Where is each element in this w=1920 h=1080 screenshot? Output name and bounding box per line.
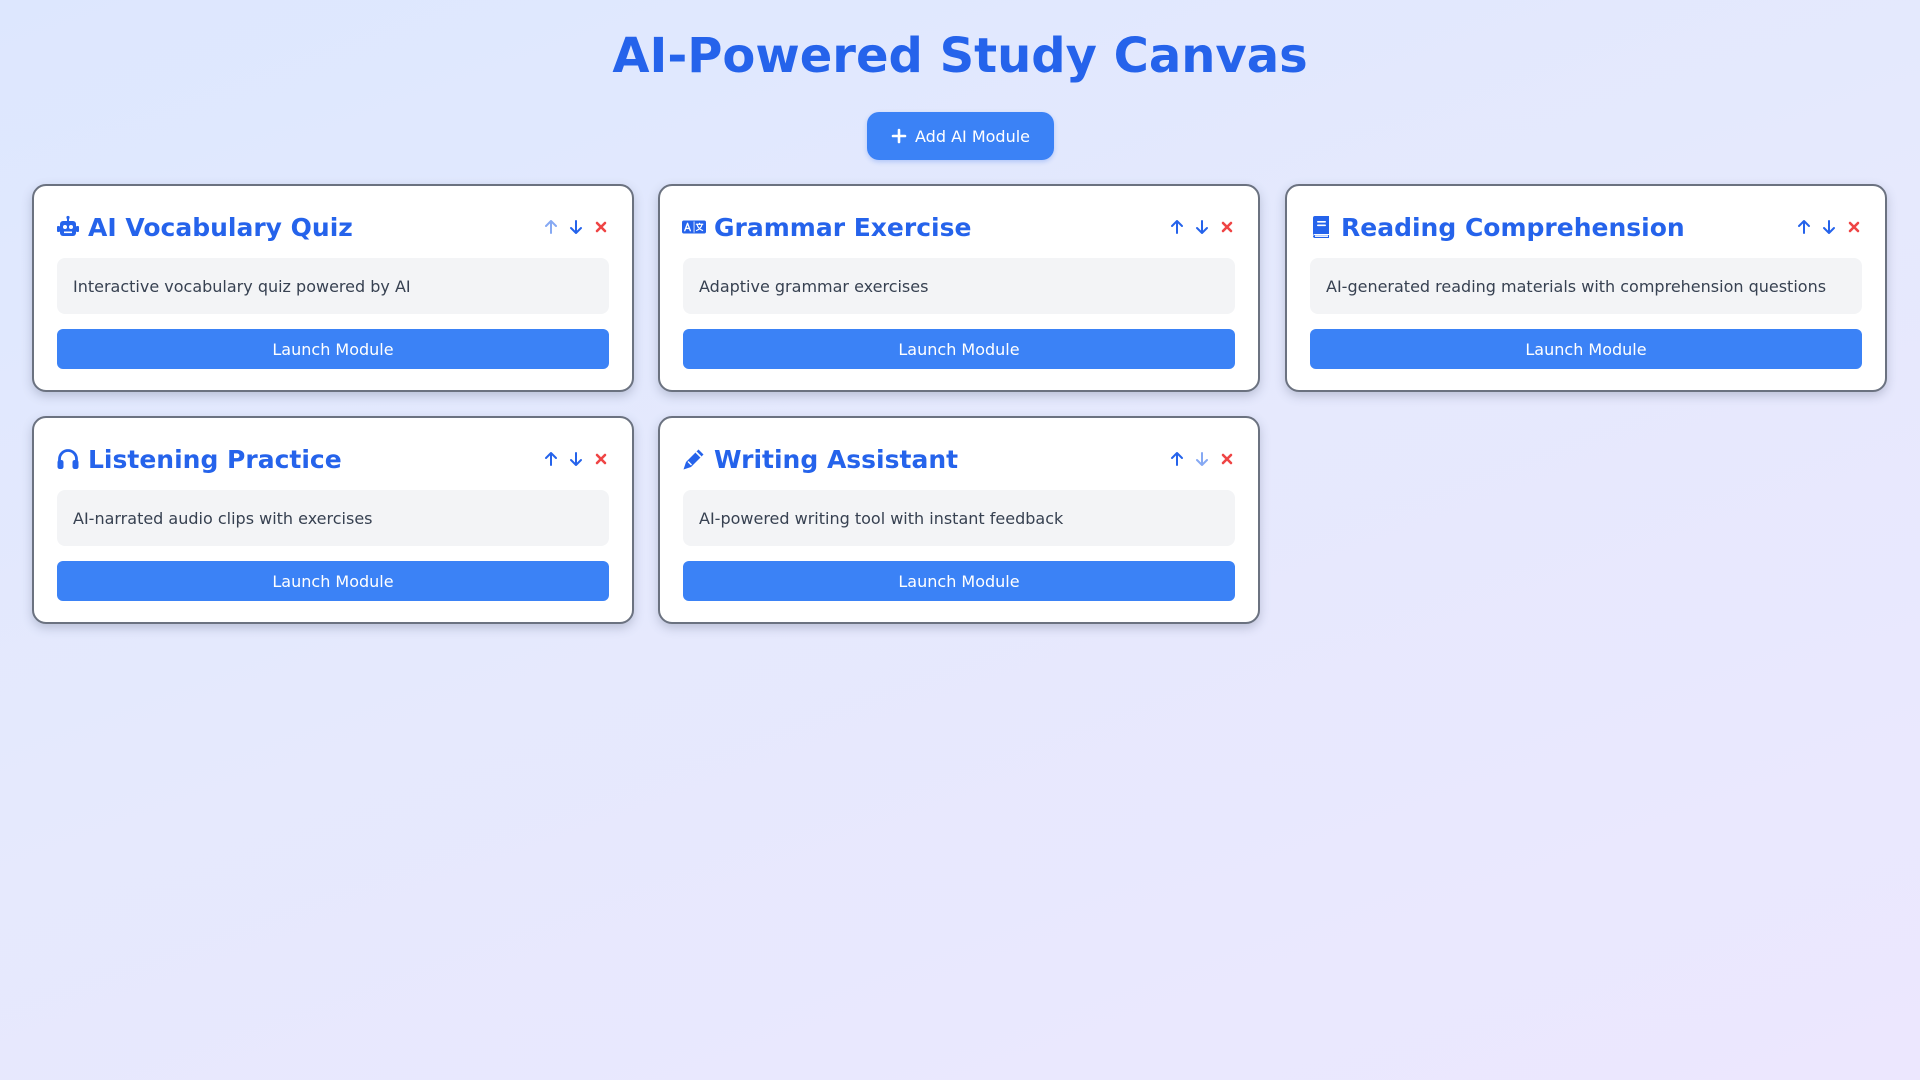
move-up-icon[interactable] bbox=[1167, 218, 1186, 237]
remove-icon[interactable] bbox=[1217, 218, 1236, 237]
module-card: AI Vocabulary Quiz Interactive vocabular… bbox=[32, 184, 634, 392]
card-description: AI-powered writing tool with instant fee… bbox=[683, 490, 1235, 546]
card-description: Adaptive grammar exercises bbox=[683, 258, 1235, 314]
card-description: AI-generated reading materials with comp… bbox=[1310, 258, 1862, 314]
card-controls bbox=[1167, 218, 1236, 237]
launch-module-button[interactable]: Launch Module bbox=[1310, 329, 1862, 369]
launch-module-button[interactable]: Launch Module bbox=[683, 329, 1235, 369]
card-controls bbox=[541, 450, 610, 469]
launch-module-button[interactable]: Launch Module bbox=[683, 561, 1235, 601]
card-header: Grammar Exercise bbox=[682, 210, 1236, 244]
page-title: AI-Powered Study Canvas bbox=[612, 28, 1308, 84]
module-card: Writing Assistant AI-powered writing too… bbox=[658, 416, 1260, 624]
launch-module-button[interactable]: Launch Module bbox=[57, 561, 609, 601]
card-description: Interactive vocabulary quiz powered by A… bbox=[57, 258, 609, 314]
card-title: AI Vocabulary Quiz bbox=[88, 212, 353, 242]
move-up-icon[interactable] bbox=[541, 218, 560, 237]
card-controls bbox=[1167, 450, 1236, 469]
card-header: Reading Comprehension bbox=[1309, 210, 1863, 244]
card-header: Writing Assistant bbox=[682, 442, 1236, 476]
module-card: Listening Practice AI-narrated audio cli… bbox=[32, 416, 634, 624]
card-title: Listening Practice bbox=[88, 444, 342, 474]
card-header: Listening Practice bbox=[56, 442, 610, 476]
launch-module-button[interactable]: Launch Module bbox=[57, 329, 609, 369]
remove-icon[interactable] bbox=[1844, 218, 1863, 237]
move-down-icon[interactable] bbox=[566, 218, 585, 237]
move-down-icon[interactable] bbox=[1819, 218, 1838, 237]
add-module-label: Add AI Module bbox=[915, 126, 1030, 146]
headphones-icon bbox=[56, 447, 80, 471]
card-header: AI Vocabulary Quiz bbox=[56, 210, 610, 244]
language-icon bbox=[682, 215, 706, 239]
module-card: Grammar Exercise Adaptive grammar exerci… bbox=[658, 184, 1260, 392]
module-card: Reading Comprehension AI-generated readi… bbox=[1285, 184, 1887, 392]
plus-icon bbox=[891, 128, 907, 144]
move-down-icon[interactable] bbox=[566, 450, 585, 469]
remove-icon[interactable] bbox=[591, 218, 610, 237]
robot-icon bbox=[56, 215, 80, 239]
pencil-icon bbox=[682, 447, 706, 471]
card-controls bbox=[1794, 218, 1863, 237]
move-up-icon[interactable] bbox=[1167, 450, 1186, 469]
card-controls bbox=[541, 218, 610, 237]
card-description: AI-narrated audio clips with exercises bbox=[57, 490, 609, 546]
card-title: Reading Comprehension bbox=[1341, 212, 1685, 242]
add-module-button[interactable]: Add AI Module bbox=[867, 112, 1054, 160]
move-down-icon[interactable] bbox=[1192, 218, 1211, 237]
remove-icon[interactable] bbox=[1217, 450, 1236, 469]
card-title: Writing Assistant bbox=[714, 444, 959, 474]
remove-icon[interactable] bbox=[591, 450, 610, 469]
move-up-icon[interactable] bbox=[1794, 218, 1813, 237]
card-title: Grammar Exercise bbox=[714, 212, 972, 242]
move-down-icon[interactable] bbox=[1192, 450, 1211, 469]
book-icon bbox=[1309, 215, 1333, 239]
move-up-icon[interactable] bbox=[541, 450, 560, 469]
